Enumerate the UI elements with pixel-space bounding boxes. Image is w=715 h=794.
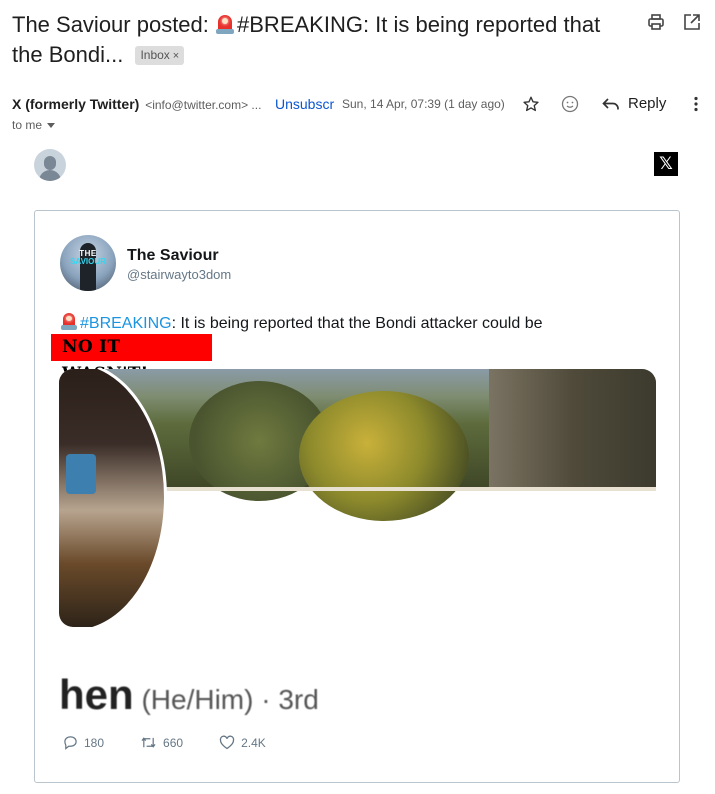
email-subject: The Saviour posted: #BREAKING: It is bei… [12, 10, 622, 70]
star-icon[interactable] [522, 95, 540, 113]
sender-avatar [34, 149, 66, 181]
reply-bubble-icon [64, 736, 77, 750]
heart-icon [219, 735, 235, 750]
avatar-text-bottom: SAVIOUR [70, 257, 106, 266]
reply-button[interactable]: Reply [602, 95, 666, 112]
subject-prefix: The Saviour posted: [12, 12, 216, 37]
reply-label: Reply [628, 95, 667, 112]
open-in-new-window-icon[interactable] [683, 13, 701, 31]
tweet-author-handle[interactable]: @stairwayto3dom [127, 267, 231, 282]
retweet-icon [141, 737, 156, 748]
tweet-text: #BREAKING: It is being reported that the… [60, 311, 543, 333]
tweet-author-name[interactable]: The Saviour [127, 247, 219, 265]
sender-name[interactable]: X (formerly Twitter) [12, 96, 139, 112]
retweet-count: 660 [163, 735, 184, 750]
police-siren-icon [215, 13, 235, 35]
tweet-card[interactable]: THE SAVIOUR The Saviour @stairwayto3dom … [34, 210, 680, 783]
remove-label-icon[interactable]: × [173, 50, 179, 62]
image-profile-caption: hen (He/Him) · 3rd [59, 671, 319, 719]
caption-name-fragment: hen [59, 671, 134, 718]
email-date: Sun, 14 Apr, 07:39 (1 day ago) [342, 97, 505, 111]
like-count: 2.4K [241, 735, 266, 750]
fact-check-overlay-stamp: NO IT WASN'T! [51, 334, 212, 384]
x-logo-icon[interactable]: 𝕏 [654, 152, 678, 176]
tweet-stats: 180 660 2.4K [63, 735, 302, 750]
caption-details: (He/Him) · 3rd [133, 684, 319, 715]
unsubscribe-link[interactable]: Unsubscribe [275, 96, 335, 112]
reply-stat[interactable]: 180 [63, 735, 104, 750]
reply-arrow-icon [602, 97, 619, 109]
sender-email: <info@twitter.com> ... [145, 98, 262, 112]
chevron-down-icon [47, 122, 56, 128]
reply-count: 180 [84, 735, 105, 750]
sender-row: X (formerly Twitter) <info@twitter.com> … [12, 95, 707, 116]
add-reaction-emoji-icon[interactable] [561, 95, 579, 113]
inbox-label-text: Inbox [140, 48, 170, 62]
more-options-icon[interactable] [687, 95, 705, 113]
police-siren-icon [60, 311, 78, 331]
recipient-details-toggle[interactable]: to me [12, 118, 56, 132]
tweet-author-avatar[interactable]: THE SAVIOUR [60, 235, 116, 291]
hashtag-link[interactable]: #BREAKING [80, 315, 172, 332]
like-stat[interactable]: 2.4K [219, 735, 266, 750]
retweet-stat[interactable]: 660 [140, 735, 183, 750]
tweet-body: : It is being reported that the Bondi at… [171, 315, 543, 332]
print-icon[interactable] [647, 13, 665, 31]
inbox-label-chip[interactable]: Inbox × [135, 46, 185, 65]
tweet-image[interactable] [59, 369, 656, 627]
recipient-label: to me [12, 118, 43, 132]
